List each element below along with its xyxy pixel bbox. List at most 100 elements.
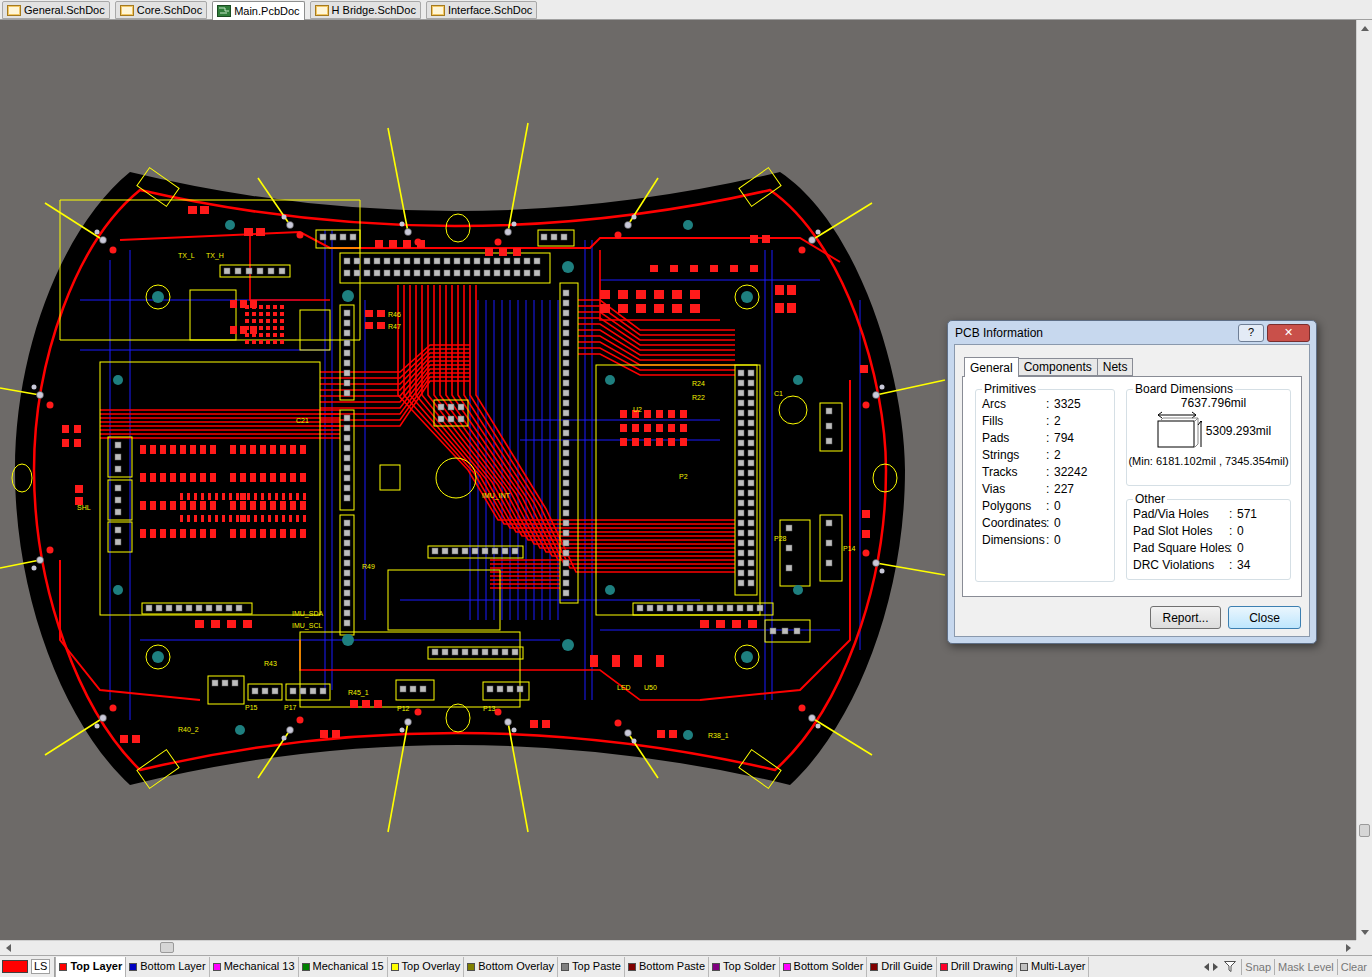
document-tab-label: Interface.SchDoc	[448, 2, 532, 19]
component-label: IMU_SCL	[292, 622, 322, 629]
layer-bar-tool[interactable]: Snap	[1241, 959, 1274, 975]
layer-tab[interactable]: Bottom Paste	[625, 957, 709, 977]
filter-icon[interactable]	[1222, 960, 1238, 974]
info-label: Arcs	[982, 397, 1046, 412]
layer-tab[interactable]: Bottom Layer	[126, 957, 209, 977]
component-label: R40_2	[178, 726, 199, 733]
document-tab-label: Main.PcbDoc	[234, 3, 299, 20]
layer-scroll-icon[interactable]	[1200, 960, 1222, 974]
layer-tab[interactable]: Mechanical 13	[210, 957, 299, 977]
info-value: 571	[1237, 507, 1290, 522]
dialog-tab[interactable]: Components	[1019, 358, 1098, 376]
info-separator: :	[1046, 448, 1054, 463]
info-separator: :	[1046, 516, 1054, 531]
layer-tab[interactable]: Top Paste	[558, 957, 625, 977]
layer-tab[interactable]: Mechanical 15	[299, 957, 388, 977]
document-tab[interactable]: General.SchDoc	[2, 1, 110, 19]
group-box-title: Board Dimensions	[1133, 382, 1235, 396]
horizontal-scrollbar[interactable]	[0, 940, 1356, 955]
layer-set-label: LS	[31, 959, 50, 974]
component-label: IMU_SDA	[292, 610, 323, 617]
scroll-left-icon[interactable]	[0, 941, 16, 955]
info-label: Vias	[982, 482, 1046, 497]
component-label: P2	[679, 473, 688, 480]
dialog-tab[interactable]: General	[964, 357, 1019, 377]
document-tab-label: General.SchDoc	[24, 2, 105, 19]
pcb-canvas[interactable]: TX_LTX_HR46R47R49C21R24R22IMU_INTIMU_SDA…	[0, 20, 1356, 940]
general-panel: PrimitivesArcs:3325Fills:2Pads:794String…	[962, 376, 1302, 597]
layer-bar-tool[interactable]: Clear	[1337, 959, 1370, 975]
component-label: IMU_INT	[482, 492, 510, 499]
close-button[interactable]: ✕	[1267, 324, 1310, 342]
layer-tab-label: Bottom Paste	[639, 958, 705, 975]
dialog-button[interactable]: Close	[1228, 606, 1301, 629]
layer-tab-label: Top Overlay	[402, 958, 461, 975]
layer-color-swatch	[59, 963, 67, 971]
layer-tab[interactable]: Bottom Overlay	[464, 957, 558, 977]
info-table: Pad/Via Holes:571Pad Slot Holes:0Pad Squ…	[1127, 506, 1290, 573]
info-label: Strings	[982, 448, 1046, 463]
schematic-document-icon	[315, 4, 329, 16]
info-value: 3325	[1054, 397, 1114, 412]
layer-color-swatch	[391, 963, 399, 971]
layer-tab-label: Top Solder	[723, 958, 776, 975]
schematic-document-icon	[120, 4, 134, 16]
document-tab[interactable]: Main.PcbDoc	[212, 1, 304, 20]
component-label: R46	[388, 311, 401, 318]
info-value: 2	[1054, 414, 1114, 429]
component-label: TX_H	[206, 252, 224, 259]
board-width: 7637.796mil	[1171, 396, 1246, 410]
layer-tab-label: Top Layer	[70, 958, 122, 975]
info-value: 0	[1054, 533, 1114, 548]
document-tab[interactable]: Interface.SchDoc	[426, 1, 537, 19]
component-label: R47	[388, 323, 401, 330]
horizontal-scroll-thumb[interactable]	[160, 942, 174, 953]
dialog-tab[interactable]: Nets	[1098, 358, 1134, 376]
layer-tab-label: Drill Drawing	[951, 958, 1013, 975]
layer-color-swatch	[870, 963, 878, 971]
info-label: Polygons	[982, 499, 1046, 514]
document-tab[interactable]: H Bridge.SchDoc	[310, 1, 421, 19]
vertical-scroll-thumb[interactable]	[1359, 824, 1370, 837]
current-layer-set[interactable]: LS	[0, 957, 55, 977]
dialog-title-bar[interactable]: PCB Information?✕	[954, 321, 1310, 344]
layer-tab[interactable]: Drill Guide	[867, 957, 936, 977]
layer-bar: LS Top LayerBottom LayerMechanical 13Mech…	[0, 955, 1372, 977]
layer-tab-label: Bottom Overlay	[478, 958, 554, 975]
info-separator: :	[1229, 507, 1237, 522]
layer-tab[interactable]: Bottom Solder	[780, 957, 868, 977]
document-tab[interactable]: Core.SchDoc	[115, 1, 207, 19]
scroll-down-icon[interactable]	[1357, 924, 1372, 940]
layer-color-swatch	[129, 963, 137, 971]
component-label: TX_L	[178, 252, 195, 259]
info-table: Arcs:3325Fills:2Pads:794Strings:2Tracks:…	[976, 396, 1114, 548]
dialog-button[interactable]: Report...	[1150, 606, 1221, 629]
layer-tab[interactable]: Top Layer	[55, 957, 126, 977]
dialog-body: GeneralComponentsNets PrimitivesArcs: 3325…	[954, 344, 1310, 637]
group-box-title: Primitives	[982, 382, 1038, 396]
dialog-tab-bar: GeneralComponentsNets	[962, 356, 1302, 376]
layer-tab[interactable]: Top Solder	[709, 957, 780, 977]
current-layer-swatch	[2, 960, 28, 973]
dialog-button-row: Report... Close	[962, 606, 1302, 629]
scroll-up-icon[interactable]	[1357, 20, 1372, 36]
component-label: C21	[296, 417, 309, 424]
component-label: P17	[284, 704, 296, 711]
layer-tab[interactable]: Top Overlay	[388, 957, 465, 977]
info-value: 794	[1054, 431, 1114, 446]
scroll-right-icon[interactable]	[1340, 941, 1356, 955]
layer-tab-label: Drill Guide	[881, 958, 932, 975]
schematic-document-icon	[431, 4, 445, 16]
vertical-scrollbar[interactable]	[1356, 20, 1372, 940]
layer-color-swatch	[561, 963, 569, 971]
component-label: P28	[774, 535, 786, 542]
layer-bar-tool[interactable]: Mask Level	[1274, 959, 1337, 975]
help-button[interactable]: ?	[1238, 324, 1264, 342]
component-label: R45_1	[348, 689, 369, 696]
layer-tab[interactable]: Drill Drawing	[937, 957, 1017, 977]
layer-tab[interactable]: Multi-Layer	[1017, 957, 1089, 977]
layer-tab-label: Bottom Solder	[794, 958, 864, 975]
layer-color-swatch	[1020, 963, 1028, 971]
info-value: 0	[1054, 499, 1114, 514]
component-label: R43	[264, 660, 277, 667]
